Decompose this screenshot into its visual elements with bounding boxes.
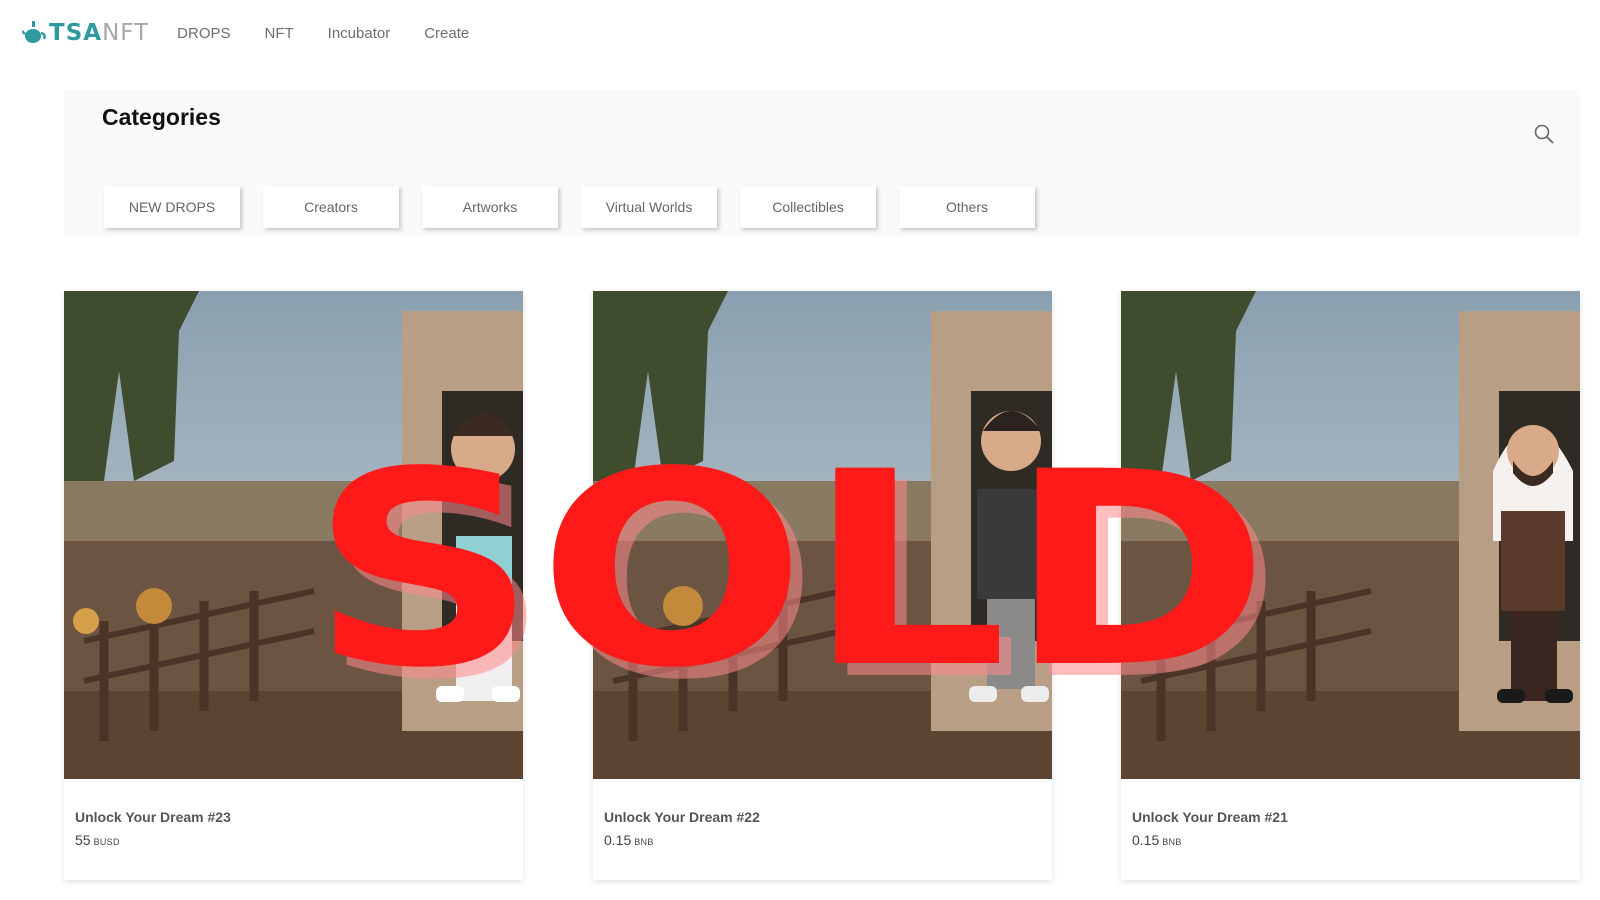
price-value: 0.15 bbox=[604, 832, 632, 848]
tab-collectibles[interactable]: Collectibles bbox=[740, 186, 876, 228]
card-title: Unlock Your Dream #21 bbox=[1132, 809, 1288, 825]
price-value: 55 bbox=[75, 832, 91, 848]
card-title: Unlock Your Dream #23 bbox=[75, 809, 231, 825]
price-value: 0.15 bbox=[1132, 832, 1160, 848]
price-unit: BUSD bbox=[93, 837, 120, 847]
search-icon[interactable] bbox=[1534, 124, 1554, 144]
nft-card[interactable]: Unlock Your Dream #22 0.15 BNB bbox=[593, 291, 1052, 880]
nft-card-grid: Unlock Your Dream #23 55 BUSD Unlock You… bbox=[64, 291, 1580, 881]
tab-virtual-worlds[interactable]: Virtual Worlds bbox=[581, 186, 717, 228]
card-price: 0.15 BNB bbox=[1132, 832, 1182, 848]
card-price: 55 BUSD bbox=[75, 832, 120, 848]
brand-name: TSANFT bbox=[49, 20, 150, 46]
nav-create[interactable]: Create bbox=[424, 25, 469, 42]
category-tabs: NEW DROPS Creators Artworks Virtual Worl… bbox=[104, 186, 1058, 228]
nft-card[interactable]: Unlock Your Dream #21 0.15 BNB bbox=[1121, 291, 1580, 880]
nav-nft[interactable]: NFT bbox=[265, 25, 294, 42]
nft-image bbox=[593, 291, 1052, 779]
price-unit: BNB bbox=[634, 837, 654, 847]
brand-logo[interactable]: TSANFT bbox=[22, 18, 149, 48]
teapot-logo-icon bbox=[22, 21, 46, 43]
tab-creators[interactable]: Creators bbox=[263, 186, 399, 228]
nft-image bbox=[64, 291, 523, 779]
nft-card[interactable]: Unlock Your Dream #23 55 BUSD bbox=[64, 291, 523, 880]
top-nav: TSANFT DROPS NFT Incubator Create bbox=[0, 0, 1600, 66]
tab-new-drops[interactable]: NEW DROPS bbox=[104, 186, 240, 228]
tab-others[interactable]: Others bbox=[899, 186, 1035, 228]
categories-title: Categories bbox=[102, 104, 221, 130]
categories-panel: Categories NEW DROPS Creators Artworks V… bbox=[64, 90, 1580, 236]
card-title: Unlock Your Dream #22 bbox=[604, 809, 760, 825]
nav-incubator[interactable]: Incubator bbox=[328, 25, 391, 42]
nav-drops[interactable]: DROPS bbox=[177, 25, 230, 42]
price-unit: BNB bbox=[1162, 837, 1182, 847]
tab-artworks[interactable]: Artworks bbox=[422, 186, 558, 228]
card-price: 0.15 BNB bbox=[604, 832, 654, 848]
nft-image bbox=[1121, 291, 1580, 779]
